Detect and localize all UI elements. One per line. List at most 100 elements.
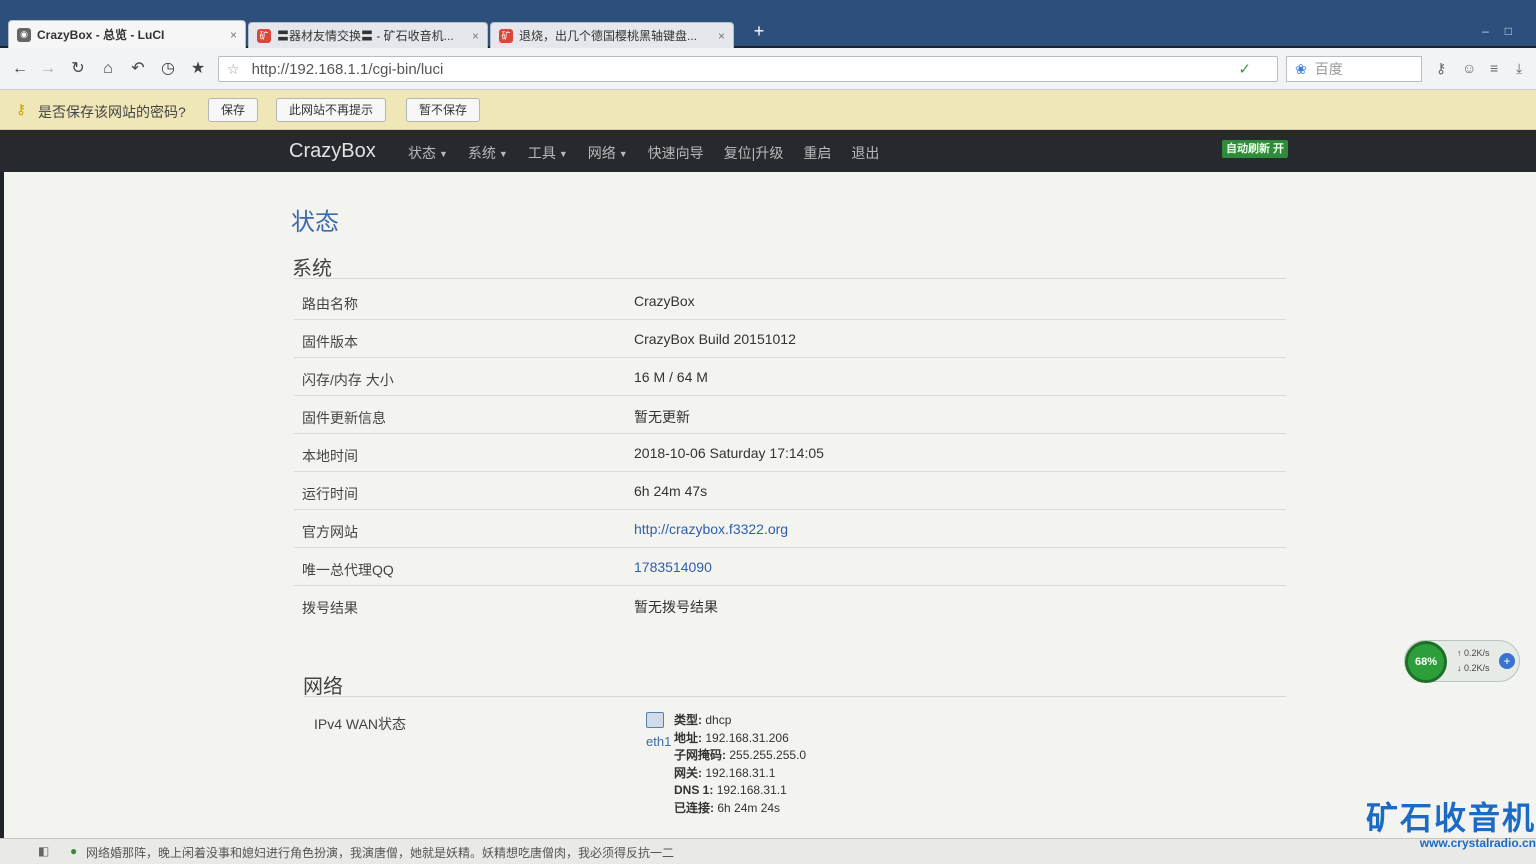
forum-favicon-icon: 矿 xyxy=(257,28,271,43)
wan-netmask: 255.255.255.0 xyxy=(729,748,807,762)
key-icon: ⚷ xyxy=(16,101,27,117)
caret-down-icon: ▼ xyxy=(439,149,448,160)
table-row: 路由名称 CrazyBox xyxy=(294,282,1286,320)
wan-type: dhcp xyxy=(705,713,732,727)
menu-reboot[interactable]: 重启 xyxy=(803,143,831,163)
new-tab-button[interactable]: + xyxy=(748,20,770,42)
favorite-star-icon[interactable]: ☆ xyxy=(227,61,240,78)
history-icon[interactable]: ◷ xyxy=(158,59,178,79)
user-icon[interactable]: ☺ xyxy=(1462,60,1476,76)
password-save-prompt: ⚷ 是否保存该网站的密码? 保存 此网站不再提示 暂不保存 xyxy=(0,90,1536,130)
section-divider xyxy=(304,696,1286,697)
never-save-button[interactable]: 此网站不再提示 xyxy=(276,98,387,122)
table-row: 官方网站 http://crazybox.f3322.org xyxy=(294,510,1286,548)
search-input[interactable]: ❀ 百度 xyxy=(1286,56,1422,82)
brand-logo[interactable]: CrazyBox xyxy=(289,140,376,163)
download-speed: ↓ 0.2K/s xyxy=(1457,663,1490,673)
forum-favicon-icon: 矿 xyxy=(499,28,513,43)
luci-favicon-icon: ◉ xyxy=(17,27,31,42)
network-section-title: 网络 xyxy=(303,676,343,698)
tab-title: 〓器材友情交换〓 - 矿石收音机... xyxy=(277,29,454,43)
row-label: 闪存/内存 大小 xyxy=(302,372,394,388)
back-icon[interactable]: ← xyxy=(10,59,30,79)
section-divider xyxy=(294,278,1286,279)
wan-dns: 192.168.31.1 xyxy=(716,783,787,797)
close-icon[interactable]: × xyxy=(222,28,237,42)
row-label: 运行时间 xyxy=(302,486,358,502)
row-label: 本地时间 xyxy=(302,448,358,464)
refresh-icon[interactable]: ↻ xyxy=(68,59,88,79)
search-placeholder: 百度 xyxy=(1314,61,1343,77)
menu-logout[interactable]: 退出 xyxy=(851,143,879,163)
home-icon[interactable]: ⌂ xyxy=(98,59,118,79)
close-icon[interactable]: × xyxy=(710,29,725,43)
network-status-icon[interactable]: ◧ xyxy=(38,844,49,858)
agent-qq-link[interactable]: 1783514090 xyxy=(634,559,712,575)
luci-header: CrazyBox 状态 ▼ 系统 ▼ 工具 ▼ 网络 ▼ 快速向导 复位|升级 重启 退… xyxy=(0,130,1536,172)
row-label: 唯一总代理QQ xyxy=(302,562,394,578)
not-now-button[interactable]: 暂不保存 xyxy=(406,98,481,122)
row-label: 固件更新信息 xyxy=(302,410,386,426)
row-value: CrazyBox Build 20151012 xyxy=(634,331,796,347)
tab-title: 退烧，出几个德国樱桃黑轴键盘... xyxy=(519,29,698,43)
url-text: http://192.168.1.1/cgi-bin/luci xyxy=(251,60,444,78)
save-password-button[interactable]: 保存 xyxy=(208,98,259,122)
key-icon[interactable]: ⚷ xyxy=(1436,60,1446,77)
forward-icon[interactable]: → xyxy=(38,59,58,79)
table-row: 闪存/内存 大小 16 M / 64 M xyxy=(294,358,1286,396)
undo-icon[interactable]: ↶ xyxy=(128,59,148,79)
wan-details: 类型: dhcp 地址: 192.168.31.206 子网掩码: 255.25… xyxy=(674,713,807,815)
menu-reset-upgrade[interactable]: 复位|升级 xyxy=(724,143,784,163)
upload-speed: ↑ 0.2K/s xyxy=(1457,648,1490,658)
row-value: 2018-10-06 Saturday 17:14:05 xyxy=(634,445,824,461)
browser-status-bar: ◧ ● 网络婚那阵，晚上闲着没事和媳妇进行角色扮演，我演唐僧，她就是妖精。妖精想… xyxy=(0,838,1536,864)
row-label: 官方网站 xyxy=(302,524,358,540)
tab-keyboard[interactable]: 矿 退烧，出几个德国樱桃黑轴键盘... × xyxy=(490,22,734,48)
tab-title: CrazyBox - 总览 - LuCI xyxy=(37,28,165,42)
shield-icon: ● xyxy=(70,844,78,858)
row-label: 拨号结果 xyxy=(302,600,358,616)
wan-address: 192.168.31.206 xyxy=(705,730,789,745)
table-row: 本地时间 2018-10-06 Saturday 17:14:05 xyxy=(294,434,1286,472)
menu-network[interactable]: 网络 ▼ xyxy=(588,143,628,163)
menu-status[interactable]: 状态 ▼ xyxy=(408,143,448,163)
table-row: 运行时间 6h 24m 47s xyxy=(294,472,1286,510)
close-icon[interactable]: × xyxy=(464,29,479,43)
row-value: 6h 24m 47s xyxy=(634,483,708,499)
table-row: 拨号结果 暂无拨号结果 xyxy=(294,586,1286,624)
main-content: 状态 系统 路由名称 CrazyBox 固件版本 CrazyBox Build … xyxy=(4,172,1536,838)
wan-interface-link[interactable]: eth1 xyxy=(646,734,671,749)
table-row: 固件版本 CrazyBox Build 20151012 xyxy=(294,320,1286,358)
window-controls[interactable]: –□ xyxy=(1482,24,1528,38)
download-icon[interactable]: ⤓ xyxy=(1516,60,1522,77)
table-row: 固件更新信息 暂无更新 xyxy=(294,396,1286,434)
official-site-link[interactable]: http://crazybox.f3322.org xyxy=(634,521,788,537)
network-speed-widget[interactable]: 68% ↑ 0.2K/s ↓ 0.2K/s + xyxy=(1404,640,1520,683)
wan-status-label: IPv4 WAN状态 xyxy=(314,716,407,732)
news-ticker[interactable]: 网络婚那阵，晚上闲着没事和媳妇进行角色扮演，我演唐僧，她就是妖精。妖精想吃唐僧肉… xyxy=(86,844,674,861)
menu-quick-wizard[interactable]: 快速向导 xyxy=(648,143,704,163)
row-value: CrazyBox xyxy=(634,293,695,309)
browser-tab-strip: ◉ CrazyBox - 总览 - LuCI × 矿 〓器材友情交换〓 - 矿石… xyxy=(0,0,1536,48)
menu-icon[interactable]: ≡ xyxy=(1490,60,1498,76)
page-title: 状态 xyxy=(291,209,339,236)
bookmark-icon[interactable]: ★ xyxy=(188,59,208,79)
address-bar[interactable]: ☆ http://192.168.1.1/cgi-bin/luci ✓ xyxy=(218,56,1278,82)
tab-crazybox[interactable]: ◉ CrazyBox - 总览 - LuCI × xyxy=(8,20,246,48)
expand-icon[interactable]: + xyxy=(1499,653,1515,669)
wan-gateway: 192.168.31.1 xyxy=(705,765,776,780)
wan-connected-time: 6h 24m 24s xyxy=(717,800,781,815)
secure-check-icon: ✓ xyxy=(1238,61,1251,78)
browser-toolbar: ← → ↻ ⌂ ↶ ◷ ★ ☆ http://192.168.1.1/cgi-b… xyxy=(0,48,1536,90)
menu-system[interactable]: 系统 ▼ xyxy=(468,143,508,163)
site-watermark: 矿石收音机 www.crystalradio.cn xyxy=(1366,800,1536,850)
menu-tools[interactable]: 工具 ▼ xyxy=(528,143,568,163)
baidu-paw-icon: ❀ xyxy=(1295,60,1307,77)
prompt-message: 是否保存该网站的密码? xyxy=(38,104,186,120)
row-value: 16 M / 64 M xyxy=(634,369,708,385)
auto-refresh-toggle[interactable]: 自动刷新 开 xyxy=(1222,140,1289,158)
tab-forum-exchange[interactable]: 矿 〓器材友情交换〓 - 矿石收音机... × xyxy=(248,22,488,48)
system-info-table: 路由名称 CrazyBox 固件版本 CrazyBox Build 201510… xyxy=(294,282,1286,624)
system-section-title: 系统 xyxy=(292,258,332,280)
row-label: 固件版本 xyxy=(302,334,358,350)
